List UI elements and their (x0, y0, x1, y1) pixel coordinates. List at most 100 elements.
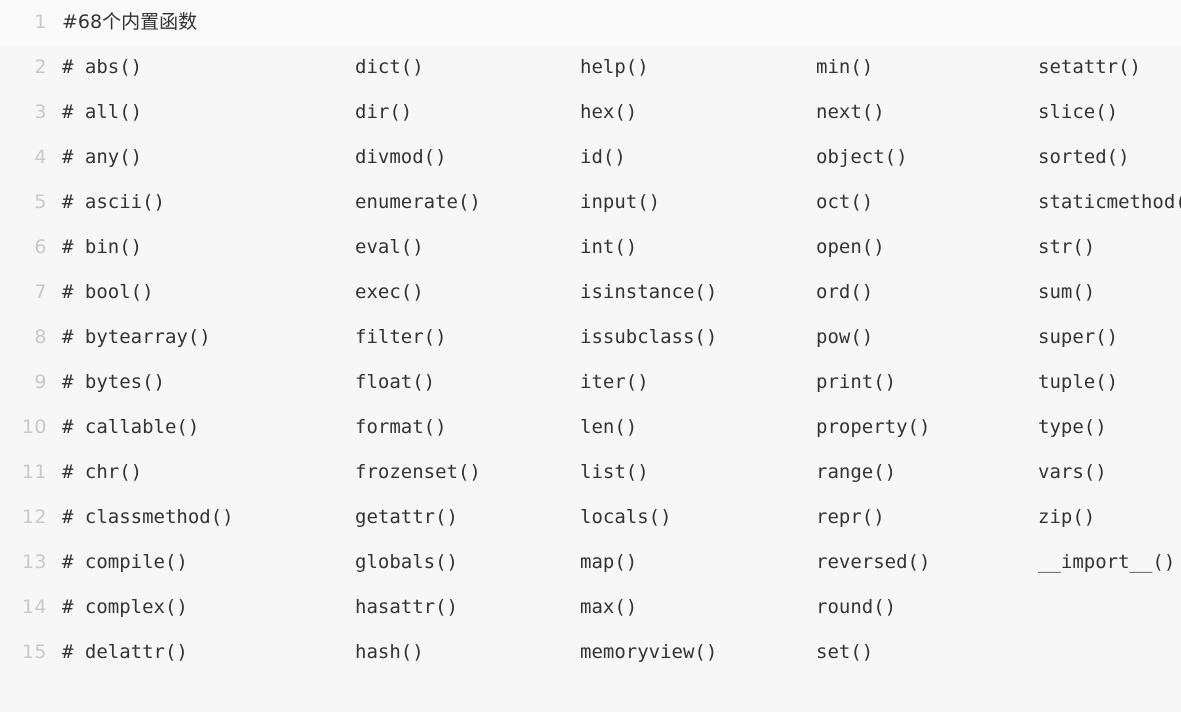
builtin-function-name: # callable() (62, 416, 200, 438)
builtin-function-name: sorted() (1038, 146, 1130, 168)
builtin-function-name: eval() (355, 236, 424, 258)
builtin-function-name: id() (580, 146, 626, 168)
builtin-function-name: issubclass() (580, 326, 718, 348)
builtin-function-name: # compile() (62, 551, 188, 573)
builtin-function-name: setattr() (1038, 56, 1141, 78)
builtin-function-name: getattr() (355, 506, 458, 528)
builtin-function-name: tuple() (1038, 371, 1119, 393)
code-line[interactable]: 10 # callable() format() len() property() typ… (0, 405, 1181, 450)
builtin-function-name: dict() (355, 56, 424, 78)
builtin-function-name: staticmethod() (1038, 191, 1181, 213)
code-line[interactable]: 14 # complex() hasattr() max() round() (0, 585, 1181, 630)
builtin-function-name: int() (580, 236, 638, 258)
builtin-function-name: pow() (816, 326, 874, 348)
builtin-function-name: object() (816, 146, 908, 168)
code-line[interactable]: 2 # abs() dict() help() min() setattr() (0, 45, 1181, 90)
line-number: 6 (34, 236, 47, 258)
builtin-function-name: iter() (580, 371, 649, 393)
builtin-function-name: # abs() (62, 56, 143, 78)
builtin-function-name: # classmethod() (62, 506, 234, 528)
builtin-function-name: input() (580, 191, 661, 213)
line-number: 15 (21, 641, 47, 663)
builtin-function-name: # any() (62, 146, 143, 168)
code-line[interactable]: 1 #68个内置函数 (0, 0, 1181, 45)
code-editor-pane[interactable]: 1 #68个内置函数 2 # abs() dict() help() min() seta… (0, 0, 1181, 712)
builtin-function-name: property() (816, 416, 931, 438)
code-heading-comment: #68个内置函数 (62, 11, 198, 33)
builtin-function-name: filter() (355, 326, 447, 348)
builtin-function-name: sum() (1038, 281, 1096, 303)
builtin-function-name: dir() (355, 101, 413, 123)
builtin-function-name: map() (580, 551, 638, 573)
line-number: 10 (21, 416, 47, 438)
builtin-function-name: len() (580, 416, 638, 438)
line-number: 1 (34, 11, 47, 33)
line-number: 14 (21, 596, 47, 618)
builtin-function-name: vars() (1038, 461, 1107, 483)
builtin-function-name: min() (816, 56, 874, 78)
builtin-function-name: open() (816, 236, 885, 258)
builtin-function-name: str() (1038, 236, 1096, 258)
builtin-function-name: frozenset() (355, 461, 481, 483)
code-line[interactable]: 3 # all() dir() hex() next() slice() (0, 90, 1181, 135)
code-line[interactable]: 11 # chr() frozenset() list() range() vars() (0, 450, 1181, 495)
code-lines-container: 2 # abs() dict() help() min() setattr() 3 # all… (0, 45, 1181, 675)
builtin-function-name: type() (1038, 416, 1107, 438)
code-line[interactable]: 8 # bytearray() filter() issubclass() pow() s… (0, 315, 1181, 360)
builtin-function-name: next() (816, 101, 885, 123)
builtin-function-name: help() (580, 56, 649, 78)
line-number: 11 (21, 461, 47, 483)
builtin-function-name: reversed() (816, 551, 931, 573)
builtin-function-name: format() (355, 416, 447, 438)
builtin-function-name: zip() (1038, 506, 1096, 528)
builtin-function-name: # bytes() (62, 371, 165, 393)
code-line[interactable]: 15 # delattr() hash() memoryview() set() (0, 630, 1181, 675)
builtin-function-name: float() (355, 371, 436, 393)
builtin-function-name: # all() (62, 101, 143, 123)
builtin-function-name: list() (580, 461, 649, 483)
line-number: 4 (34, 146, 47, 168)
builtin-function-name: slice() (1038, 101, 1119, 123)
builtin-function-name: set() (816, 641, 874, 663)
line-number: 12 (21, 506, 47, 528)
code-line[interactable]: 6 # bin() eval() int() open() str() (0, 225, 1181, 270)
code-line[interactable]: 9 # bytes() float() iter() print() tuple() (0, 360, 1181, 405)
builtin-function-name: super() (1038, 326, 1119, 348)
line-number: 8 (34, 326, 47, 348)
builtin-function-name: hasattr() (355, 596, 458, 618)
code-line[interactable]: 13 # compile() globals() map() reversed() __i… (0, 540, 1181, 585)
builtin-function-name: locals() (580, 506, 672, 528)
code-line[interactable]: 12 # classmethod() getattr() locals() repr()… (0, 495, 1181, 540)
builtin-function-name: # complex() (62, 596, 188, 618)
line-number: 2 (34, 56, 47, 78)
code-line[interactable]: 7 # bool() exec() isinstance() ord() sum() (0, 270, 1181, 315)
builtin-function-name: # bin() (62, 236, 143, 258)
builtin-function-name: range() (816, 461, 897, 483)
builtin-function-name: divmod() (355, 146, 447, 168)
builtin-function-name: globals() (355, 551, 458, 573)
builtin-function-name: print() (816, 371, 897, 393)
line-number: 9 (34, 371, 47, 393)
builtin-function-name: round() (816, 596, 897, 618)
builtin-function-name: hex() (580, 101, 638, 123)
builtin-function-name: memoryview() (580, 641, 718, 663)
line-number: 3 (34, 101, 47, 123)
builtin-function-name: # chr() (62, 461, 143, 483)
builtin-function-name: __import__() (1038, 551, 1176, 573)
builtin-function-name: oct() (816, 191, 874, 213)
builtin-function-name: # ascii() (62, 191, 165, 213)
line-number: 13 (21, 551, 47, 573)
builtin-function-name: hash() (355, 641, 424, 663)
builtin-function-name: repr() (816, 506, 885, 528)
builtin-function-name: # bool() (62, 281, 154, 303)
builtin-function-name: exec() (355, 281, 424, 303)
builtin-function-name: ord() (816, 281, 874, 303)
builtin-function-name: enumerate() (355, 191, 481, 213)
code-line[interactable]: 5 # ascii() enumerate() input() oct() staticm… (0, 180, 1181, 225)
code-line[interactable]: 4 # any() divmod() id() object() sorted() (0, 135, 1181, 180)
builtin-function-name: # delattr() (62, 641, 188, 663)
builtin-function-name: max() (580, 596, 638, 618)
line-number: 5 (34, 191, 47, 213)
line-number: 7 (34, 281, 47, 303)
builtin-function-name: isinstance() (580, 281, 718, 303)
